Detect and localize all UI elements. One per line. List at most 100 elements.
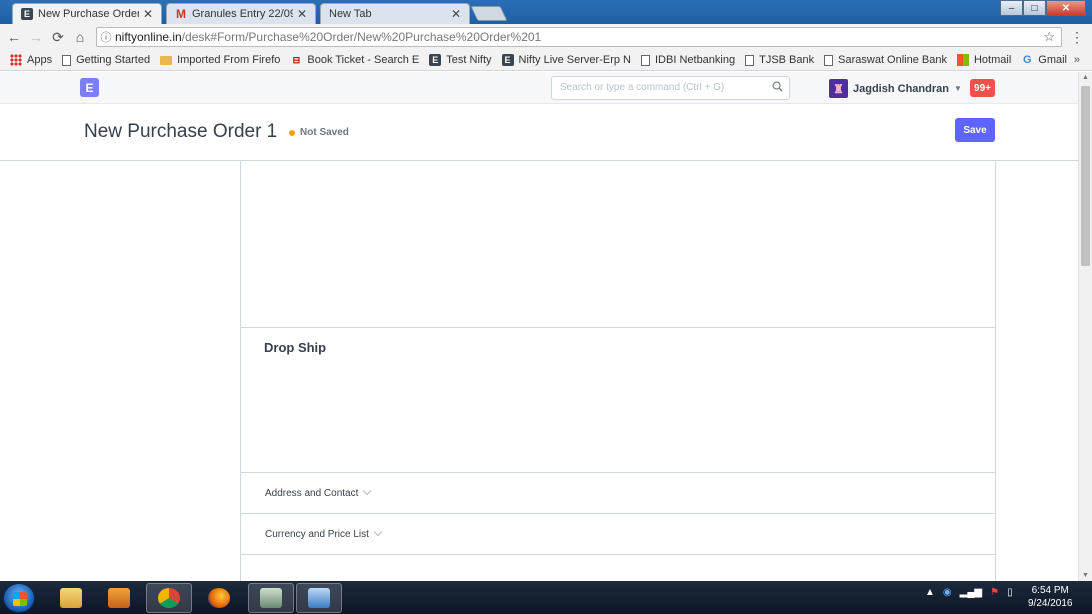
- drop-ship-section: Drop Ship: [241, 328, 995, 473]
- window-controls: – □ ✕: [1000, 0, 1086, 16]
- search-icon: [772, 81, 783, 92]
- chevron-down-icon: [373, 527, 383, 537]
- page-icon: [641, 54, 650, 66]
- bookmarks-overflow-icon[interactable]: »: [1074, 54, 1080, 66]
- bookmark-label: Gmail: [1038, 54, 1068, 66]
- bookmark-label: Apps: [27, 54, 53, 66]
- browser-menu-icon[interactable]: ⋮: [1070, 29, 1084, 46]
- browser-tab-granules[interactable]: M Granules Entry 22/09/20 ✕: [166, 3, 316, 24]
- tab-title: New Tab: [329, 8, 372, 20]
- media-player-icon[interactable]: [96, 583, 142, 613]
- url-path: /desk#Form/Purchase%20Order/New%20Purcha…: [181, 30, 542, 44]
- section-heading: Drop Ship: [264, 340, 327, 355]
- browser-tab-purchase-order[interactable]: E New Purchase Order 1 - ✕: [12, 3, 162, 24]
- home-icon[interactable]: ⌂: [69, 29, 91, 45]
- app-navbar: E Search or type a command (Ctrl + G) ♜ …: [0, 72, 1078, 104]
- start-button[interactable]: [3, 583, 35, 613]
- form-layout: Drop Ship Address and Contact Currency a…: [240, 161, 996, 581]
- close-window-button[interactable]: ✕: [1046, 0, 1086, 16]
- section-label: Address and Contact: [265, 487, 359, 499]
- maximize-button[interactable]: □: [1023, 0, 1046, 16]
- bookmark-imported-firefox[interactable]: Imported From Firefo: [160, 54, 280, 66]
- explorer-icon[interactable]: [48, 583, 94, 613]
- bookmark-label: TJSB Bank: [759, 54, 815, 66]
- firefox-icon[interactable]: [196, 583, 242, 613]
- close-tab-icon[interactable]: ✕: [297, 7, 307, 21]
- browser-tab-new-tab[interactable]: New Tab ✕: [320, 3, 470, 24]
- browser-tab-strip: E New Purchase Order 1 - ✕ M Granules En…: [0, 0, 1092, 24]
- status-dot-icon: [289, 129, 295, 136]
- form-content: Drop Ship Address and Contact Currency a…: [0, 161, 1078, 581]
- back-arrow-icon[interactable]: ←: [3, 29, 25, 45]
- calculator-icon[interactable]: [248, 583, 294, 613]
- bookmark-saraswat[interactable]: Saraswat Online Bank: [824, 54, 947, 66]
- image-viewer-icon[interactable]: [296, 583, 342, 613]
- scroll-up-icon[interactable]: ▲: [1082, 74, 1089, 81]
- windows-taskbar: ▲ ◉ ▂▄▆ ⚑ ▯ 6:54 PM 9/24/2016: [0, 581, 1092, 614]
- scroll-thumb[interactable]: [1081, 86, 1090, 266]
- reload-icon[interactable]: ⟳: [47, 29, 69, 46]
- bank-icon: [745, 54, 755, 66]
- avatar: ♜: [829, 79, 848, 98]
- erp-icon: E: [429, 54, 442, 66]
- minimize-button[interactable]: –: [1000, 0, 1023, 16]
- tab-title: New Purchase Order 1 -: [38, 8, 139, 20]
- bookmark-getting-started[interactable]: Getting Started: [62, 54, 150, 66]
- forward-arrow-icon[interactable]: →: [25, 29, 47, 45]
- page-icon: [824, 54, 834, 66]
- erp-icon: E: [21, 8, 33, 20]
- currency-price-list-toggle[interactable]: Currency and Price List: [241, 514, 995, 555]
- network-status-icon[interactable]: ◉: [943, 587, 952, 598]
- google-icon: G: [1023, 54, 1032, 66]
- address-bar[interactable]: ⓘ niftyonline.in/desk#Form/Purchase%20Or…: [96, 27, 1062, 47]
- bookmark-idbi[interactable]: IDBI Netbanking: [641, 54, 735, 66]
- url-host: niftyonline.in: [115, 30, 182, 44]
- erp-icon: E: [501, 54, 514, 66]
- bookmark-label: Imported From Firefo: [177, 54, 281, 66]
- battery-icon[interactable]: ▯: [1007, 587, 1013, 598]
- bookmark-label: Book Ticket - Search E: [307, 54, 420, 66]
- new-tab-button[interactable]: [470, 6, 508, 21]
- bookmark-label: Getting Started: [76, 54, 151, 66]
- system-tray: ▲ ◉ ▂▄▆ ⚑ ▯: [925, 587, 1013, 598]
- scroll-down-icon[interactable]: ▼: [1082, 572, 1089, 579]
- bookmark-label: Nifty Live Server-Erp N: [518, 54, 631, 66]
- chrome-icon[interactable]: [146, 583, 192, 613]
- bookmark-gmail[interactable]: G Gmail: [1021, 54, 1067, 66]
- bookmark-apps[interactable]: Apps: [10, 54, 52, 66]
- close-tab-icon[interactable]: ✕: [143, 7, 153, 21]
- status-badge: Not Saved: [289, 127, 349, 138]
- windows-logo-icon: [13, 592, 27, 606]
- gmail-icon: M: [176, 7, 186, 21]
- tab-title: Granules Entry 22/09/20: [192, 8, 293, 20]
- folder-icon: [160, 55, 173, 65]
- clock-date: 9/24/2016: [1028, 598, 1073, 609]
- action-center-flag-icon[interactable]: ⚑: [990, 587, 999, 598]
- close-tab-icon[interactable]: ✕: [451, 7, 461, 21]
- bookmark-hotmail[interactable]: Hotmail: [956, 54, 1011, 66]
- bookmark-nifty-live[interactable]: E Nifty Live Server-Erp N: [501, 54, 631, 66]
- bookmark-book-ticket[interactable]: ⊟ Book Ticket - Search E: [290, 54, 420, 66]
- apps-icon: [10, 54, 22, 66]
- notifications-badge[interactable]: 99+: [970, 79, 995, 97]
- bookmark-tjsb[interactable]: TJSB Bank: [745, 54, 814, 66]
- bookmark-test-nifty[interactable]: E Test Nifty: [429, 54, 492, 66]
- info-icon[interactable]: ⓘ: [97, 29, 115, 45]
- bookmark-star-icon[interactable]: ☆: [1043, 29, 1055, 45]
- clock-time: 6:54 PM: [1031, 585, 1069, 596]
- form-section: [241, 161, 995, 328]
- bus-icon: ⊟: [292, 55, 301, 65]
- save-button[interactable]: Save: [955, 118, 995, 142]
- browser-toolbar: ← → ⟳ ⌂ ⓘ niftyonline.in/desk#Form/Purch…: [0, 24, 1092, 50]
- section-label: Currency and Price List: [265, 528, 369, 540]
- search-input[interactable]: Search or type a command (Ctrl + G): [551, 76, 790, 100]
- address-contact-toggle[interactable]: Address and Contact: [241, 473, 995, 514]
- show-hidden-icons-icon[interactable]: ▲: [925, 587, 935, 598]
- chevron-down-icon: [363, 486, 372, 496]
- page-scrollbar[interactable]: ▲ ▼: [1078, 72, 1092, 581]
- system-clock[interactable]: 6:54 PM 9/24/2016: [1028, 584, 1073, 610]
- user-menu[interactable]: ♜ Jagdish Chandran ▼: [829, 79, 962, 98]
- signal-icon[interactable]: ▂▄▆: [960, 587, 982, 598]
- app-logo[interactable]: E: [80, 78, 99, 97]
- status-text: Not Saved: [300, 127, 349, 138]
